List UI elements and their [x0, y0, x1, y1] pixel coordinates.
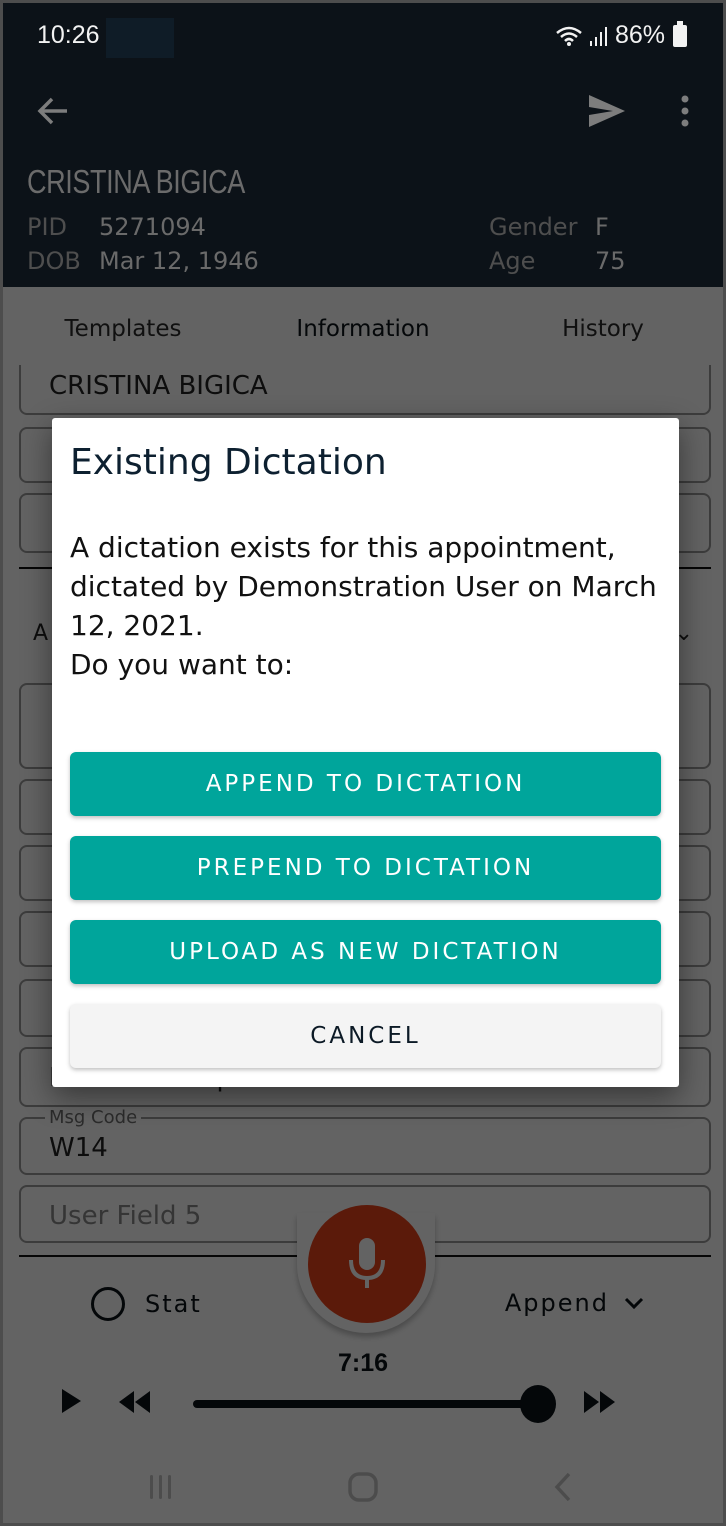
- age-value: 75: [595, 247, 626, 275]
- app-screen: 10:26 86% CRISTINA BIGICA PID 5271094 DO…: [0, 0, 726, 1526]
- battery-percent: 86%: [614, 21, 665, 49]
- arrow-left-icon: [37, 97, 67, 125]
- send-icon: [589, 95, 625, 127]
- toolbar: [3, 75, 723, 147]
- more-vertical-icon: [681, 95, 689, 127]
- signal-icon: [589, 26, 607, 46]
- app-header: 10:26 86% CRISTINA BIGICA PID 5271094 DO…: [3, 3, 723, 287]
- pid-label: PID: [27, 213, 68, 241]
- pid-value: 5271094: [99, 213, 206, 241]
- upload-as-new-dictation-button[interactable]: UPLOAD AS NEW DICTATION: [70, 920, 661, 984]
- send-button[interactable]: [585, 91, 629, 131]
- patient-dob: DOB Mar 12, 1946: [27, 247, 259, 275]
- append-to-dictation-button[interactable]: APPEND TO DICTATION: [70, 752, 661, 816]
- patient-gender: Gender F: [489, 213, 609, 241]
- more-options-button[interactable]: [675, 91, 695, 131]
- dialog-message: A dictation exists for this appointment,…: [70, 528, 660, 684]
- back-button[interactable]: [33, 91, 73, 131]
- age-label: Age: [489, 247, 536, 275]
- dialog-question: Do you want to:: [70, 648, 294, 681]
- cancel-button[interactable]: CANCEL: [70, 1004, 661, 1068]
- battery-icon: [673, 20, 687, 47]
- gender-label: Gender: [489, 213, 578, 241]
- patient-age: Age 75: [489, 247, 626, 275]
- gender-value: F: [595, 213, 609, 241]
- dialog-message-text: A dictation exists for this appointment,…: [70, 531, 657, 642]
- status-icons: 86%: [555, 20, 687, 50]
- dob-value: Mar 12, 1946: [99, 247, 259, 275]
- status-bar: 10:26 86%: [3, 3, 723, 75]
- dob-label: DOB: [27, 247, 81, 275]
- prepend-to-dictation-button[interactable]: PREPEND TO DICTATION: [70, 836, 661, 900]
- patient-pid: PID 5271094: [27, 213, 206, 241]
- wifi-icon: [556, 26, 582, 46]
- existing-dictation-dialog: Existing Dictation A dictation exists fo…: [52, 418, 679, 1087]
- patient-name: CRISTINA BIGICA: [27, 163, 245, 200]
- dialog-title: Existing Dictation: [70, 442, 387, 483]
- notification-area: [106, 18, 174, 58]
- status-time: 10:26: [37, 21, 100, 49]
